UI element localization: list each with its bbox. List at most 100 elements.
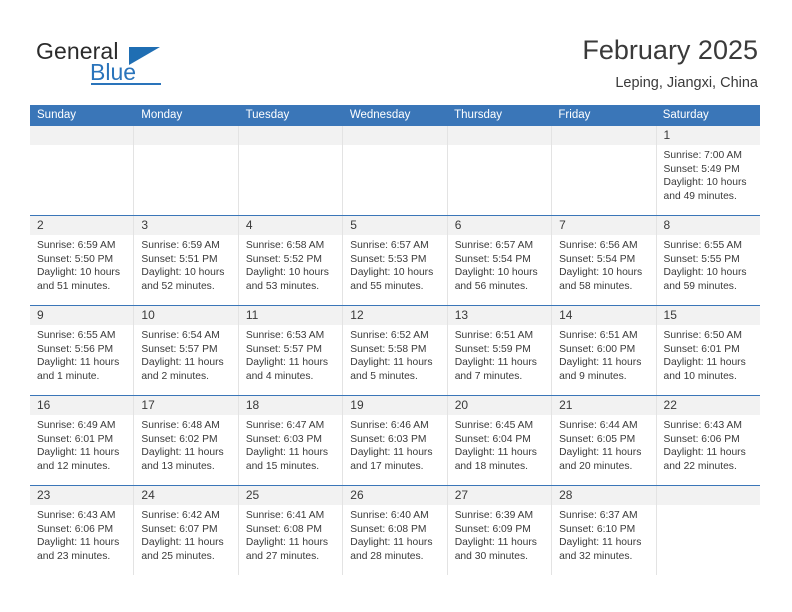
calendar-day-cell[interactable]: 14 Sunrise: 6:51 AM Sunset: 6:00 PM Dayligh…	[552, 306, 657, 395]
daylight-text-line1: Daylight: 11 hours	[350, 447, 433, 459]
calendar-day-empty	[447, 126, 553, 215]
day-number: 8	[663, 218, 671, 232]
day-detail: Sunrise: 6:45 AM Sunset: 6:04 PM Daylight:…	[448, 415, 551, 473]
day-number: 25	[245, 488, 260, 502]
daylight-text-line2: and 22 minutes.	[663, 460, 737, 472]
weekday-header-monday: Monday	[141, 109, 183, 121]
day-number-band: 10	[134, 306, 238, 325]
calendar-day-cell[interactable]: 2 Sunrise: 6:59 AM Sunset: 5:50 PM Daylight…	[30, 216, 135, 305]
sunset-text: Sunset: 5:49 PM	[663, 163, 740, 175]
logo-text-blue: Blue	[90, 59, 137, 85]
calendar-day-cell[interactable]: 26 Sunrise: 6:40 AM Sunset: 6:08 PM Dayligh…	[343, 486, 448, 575]
calendar-day-cell[interactable]: 3 Sunrise: 6:59 AM Sunset: 5:51 PM Daylight…	[134, 216, 239, 305]
sunset-text: Sunset: 5:50 PM	[37, 253, 114, 265]
daylight-text-line1: Daylight: 11 hours	[454, 357, 537, 369]
daylight-text-line2: and 25 minutes.	[141, 550, 215, 562]
calendar-day-cell[interactable]: 12 Sunrise: 6:52 AM Sunset: 5:58 PM Dayligh…	[343, 306, 448, 395]
calendar-day-cell[interactable]: 7 Sunrise: 6:56 AM Sunset: 5:54 PM Daylight…	[552, 216, 657, 305]
day-number-band: 18	[238, 396, 343, 415]
calendar-page: General Blue February 2025 Leping, Jiang…	[0, 0, 792, 612]
sunset-text: Sunset: 5:57 PM	[245, 343, 322, 355]
general-blue-logo: General Blue	[36, 38, 216, 86]
day-number-band: 27	[447, 486, 552, 505]
calendar-day-cell[interactable]: 20 Sunrise: 6:45 AM Sunset: 6:04 PM Dayligh…	[447, 396, 553, 485]
day-number: 13	[454, 308, 469, 322]
daylight-text-line1: Daylight: 11 hours	[350, 357, 433, 369]
day-detail: Sunrise: 6:43 AM Sunset: 6:06 PM Daylight:…	[657, 415, 760, 473]
calendar-day-cell[interactable]: 1 Sunrise: 7:00 AM Sunset: 5:49 PM Daylight…	[656, 126, 760, 215]
sunrise-text: Sunrise: 6:47 AM	[245, 420, 325, 431]
sunrise-text: Sunrise: 6:54 AM	[141, 330, 220, 341]
day-number-band	[343, 126, 447, 145]
calendar-day-cell[interactable]: 16 Sunrise: 6:49 AM Sunset: 6:01 PM Dayligh…	[30, 396, 135, 485]
sunrise-text: Sunrise: 6:55 AM	[663, 240, 742, 251]
day-detail: Sunrise: 6:44 AM Sunset: 6:05 PM Daylight:…	[552, 415, 655, 473]
day-detail: Sunrise: 6:43 AM Sunset: 6:06 PM Daylight:…	[30, 505, 133, 563]
daylight-text-line1: Daylight: 11 hours	[37, 537, 120, 549]
daylight-text-line1: Daylight: 11 hours	[245, 357, 329, 369]
calendar-day-cell[interactable]: 15 Sunrise: 6:50 AM Sunset: 6:01 PM Dayligh…	[656, 306, 760, 395]
daylight-text-line1: Daylight: 11 hours	[37, 447, 120, 459]
daylight-text-line1: Daylight: 11 hours	[37, 357, 120, 369]
calendar-day-cell[interactable]: 6 Sunrise: 6:57 AM Sunset: 5:54 PM Daylight…	[447, 216, 553, 305]
calendar-day-cell[interactable]: 10 Sunrise: 6:54 AM Sunset: 5:57 PM Dayligh…	[134, 306, 239, 395]
day-number-band: 17	[134, 396, 238, 415]
sunset-text: Sunset: 6:03 PM	[245, 433, 322, 445]
calendar-week-row: 1 Sunrise: 7:00 AM Sunset: 5:49 PM Daylight…	[30, 126, 760, 216]
calendar-day-cell[interactable]: 28 Sunrise: 6:37 AM Sunset: 6:10 PM Dayligh…	[552, 486, 657, 575]
weekday-header-friday: Friday	[558, 109, 591, 121]
day-number-band: 20	[447, 396, 552, 415]
calendar-day-cell[interactable]: 25 Sunrise: 6:41 AM Sunset: 6:08 PM Dayligh…	[238, 486, 344, 575]
calendar-day-cell[interactable]: 19 Sunrise: 6:46 AM Sunset: 6:03 PM Dayligh…	[343, 396, 448, 485]
calendar-day-cell[interactable]: 11 Sunrise: 6:53 AM Sunset: 5:57 PM Dayligh…	[238, 306, 344, 395]
day-number-band: 19	[343, 396, 447, 415]
calendar-day-cell[interactable]: 23 Sunrise: 6:43 AM Sunset: 6:06 PM Dayligh…	[30, 486, 135, 575]
day-number-band: 28	[552, 486, 656, 505]
daylight-text-line1: Daylight: 11 hours	[141, 447, 224, 459]
calendar-day-cell[interactable]: 13 Sunrise: 6:51 AM Sunset: 5:59 PM Dayligh…	[447, 306, 553, 395]
sunrise-text: Sunrise: 6:39 AM	[454, 510, 534, 521]
day-number-band	[552, 126, 656, 145]
calendar-day-cell[interactable]: 4 Sunrise: 6:58 AM Sunset: 5:52 PM Daylight…	[238, 216, 344, 305]
daylight-text-line1: Daylight: 11 hours	[559, 447, 642, 459]
day-detail: Sunrise: 6:40 AM Sunset: 6:08 PM Daylight:…	[343, 505, 446, 563]
daylight-text-line2: and 23 minutes.	[37, 550, 111, 562]
day-number: 12	[350, 308, 364, 322]
sunrise-text: Sunrise: 6:51 AM	[454, 330, 534, 341]
day-number-band: 25	[238, 486, 343, 505]
sunrise-text: Sunrise: 6:51 AM	[559, 330, 638, 341]
daylight-text-line2: and 53 minutes.	[245, 280, 320, 292]
sunrise-text: Sunrise: 6:59 AM	[141, 240, 220, 251]
daylight-text-line1: Daylight: 11 hours	[245, 537, 329, 549]
day-number-band: 5	[343, 216, 447, 235]
sunset-text: Sunset: 6:07 PM	[141, 523, 218, 535]
calendar-day-cell[interactable]: 5 Sunrise: 6:57 AM Sunset: 5:53 PM Daylight…	[343, 216, 448, 305]
day-number: 1	[663, 128, 671, 142]
daylight-text-line2: and 17 minutes.	[350, 460, 424, 472]
day-detail: Sunrise: 6:55 AM Sunset: 5:56 PM Daylight:…	[30, 325, 133, 383]
calendar-day-cell[interactable]: 8 Sunrise: 6:55 AM Sunset: 5:55 PM Daylight…	[656, 216, 760, 305]
day-number: 10	[141, 308, 155, 322]
sunset-text: Sunset: 6:08 PM	[245, 523, 322, 535]
day-number: 15	[663, 308, 677, 322]
calendar-day-cell[interactable]: 21 Sunrise: 6:44 AM Sunset: 6:05 PM Dayligh…	[552, 396, 657, 485]
day-detail: Sunrise: 6:58 AM Sunset: 5:52 PM Daylight:…	[239, 235, 342, 293]
sunrise-text: Sunrise: 6:42 AM	[141, 510, 220, 521]
sunrise-text: Sunrise: 6:41 AM	[245, 510, 325, 521]
day-number: 2	[37, 218, 44, 232]
calendar-day-cell[interactable]: 27 Sunrise: 6:39 AM Sunset: 6:09 PM Dayligh…	[447, 486, 553, 575]
day-number: 20	[454, 398, 469, 412]
calendar-day-cell[interactable]: 22 Sunrise: 6:43 AM Sunset: 6:06 PM Dayligh…	[656, 396, 760, 485]
day-detail: Sunrise: 7:00 AM Sunset: 5:49 PM Daylight:…	[657, 145, 760, 203]
calendar-day-cell[interactable]: 17 Sunrise: 6:48 AM Sunset: 6:02 PM Dayligh…	[134, 396, 239, 485]
calendar-day-cell[interactable]: 9 Sunrise: 6:55 AM Sunset: 5:56 PM Daylight…	[30, 306, 135, 395]
sunset-text: Sunset: 6:03 PM	[350, 433, 427, 445]
calendar-day-cell[interactable]: 24 Sunrise: 6:42 AM Sunset: 6:07 PM Dayligh…	[134, 486, 239, 575]
daylight-text-line2: and 28 minutes.	[350, 550, 424, 562]
day-number-band: 8	[656, 216, 760, 235]
calendar-day-cell[interactable]: 18 Sunrise: 6:47 AM Sunset: 6:03 PM Dayligh…	[238, 396, 344, 485]
daylight-text-line2: and 15 minutes.	[245, 460, 320, 472]
day-number-band: 24	[134, 486, 238, 505]
calendar-grid: Sunday Monday Tuesday Wednesday Thursday Frid…	[30, 105, 760, 575]
day-detail: Sunrise: 6:48 AM Sunset: 6:02 PM Daylight:…	[134, 415, 237, 473]
